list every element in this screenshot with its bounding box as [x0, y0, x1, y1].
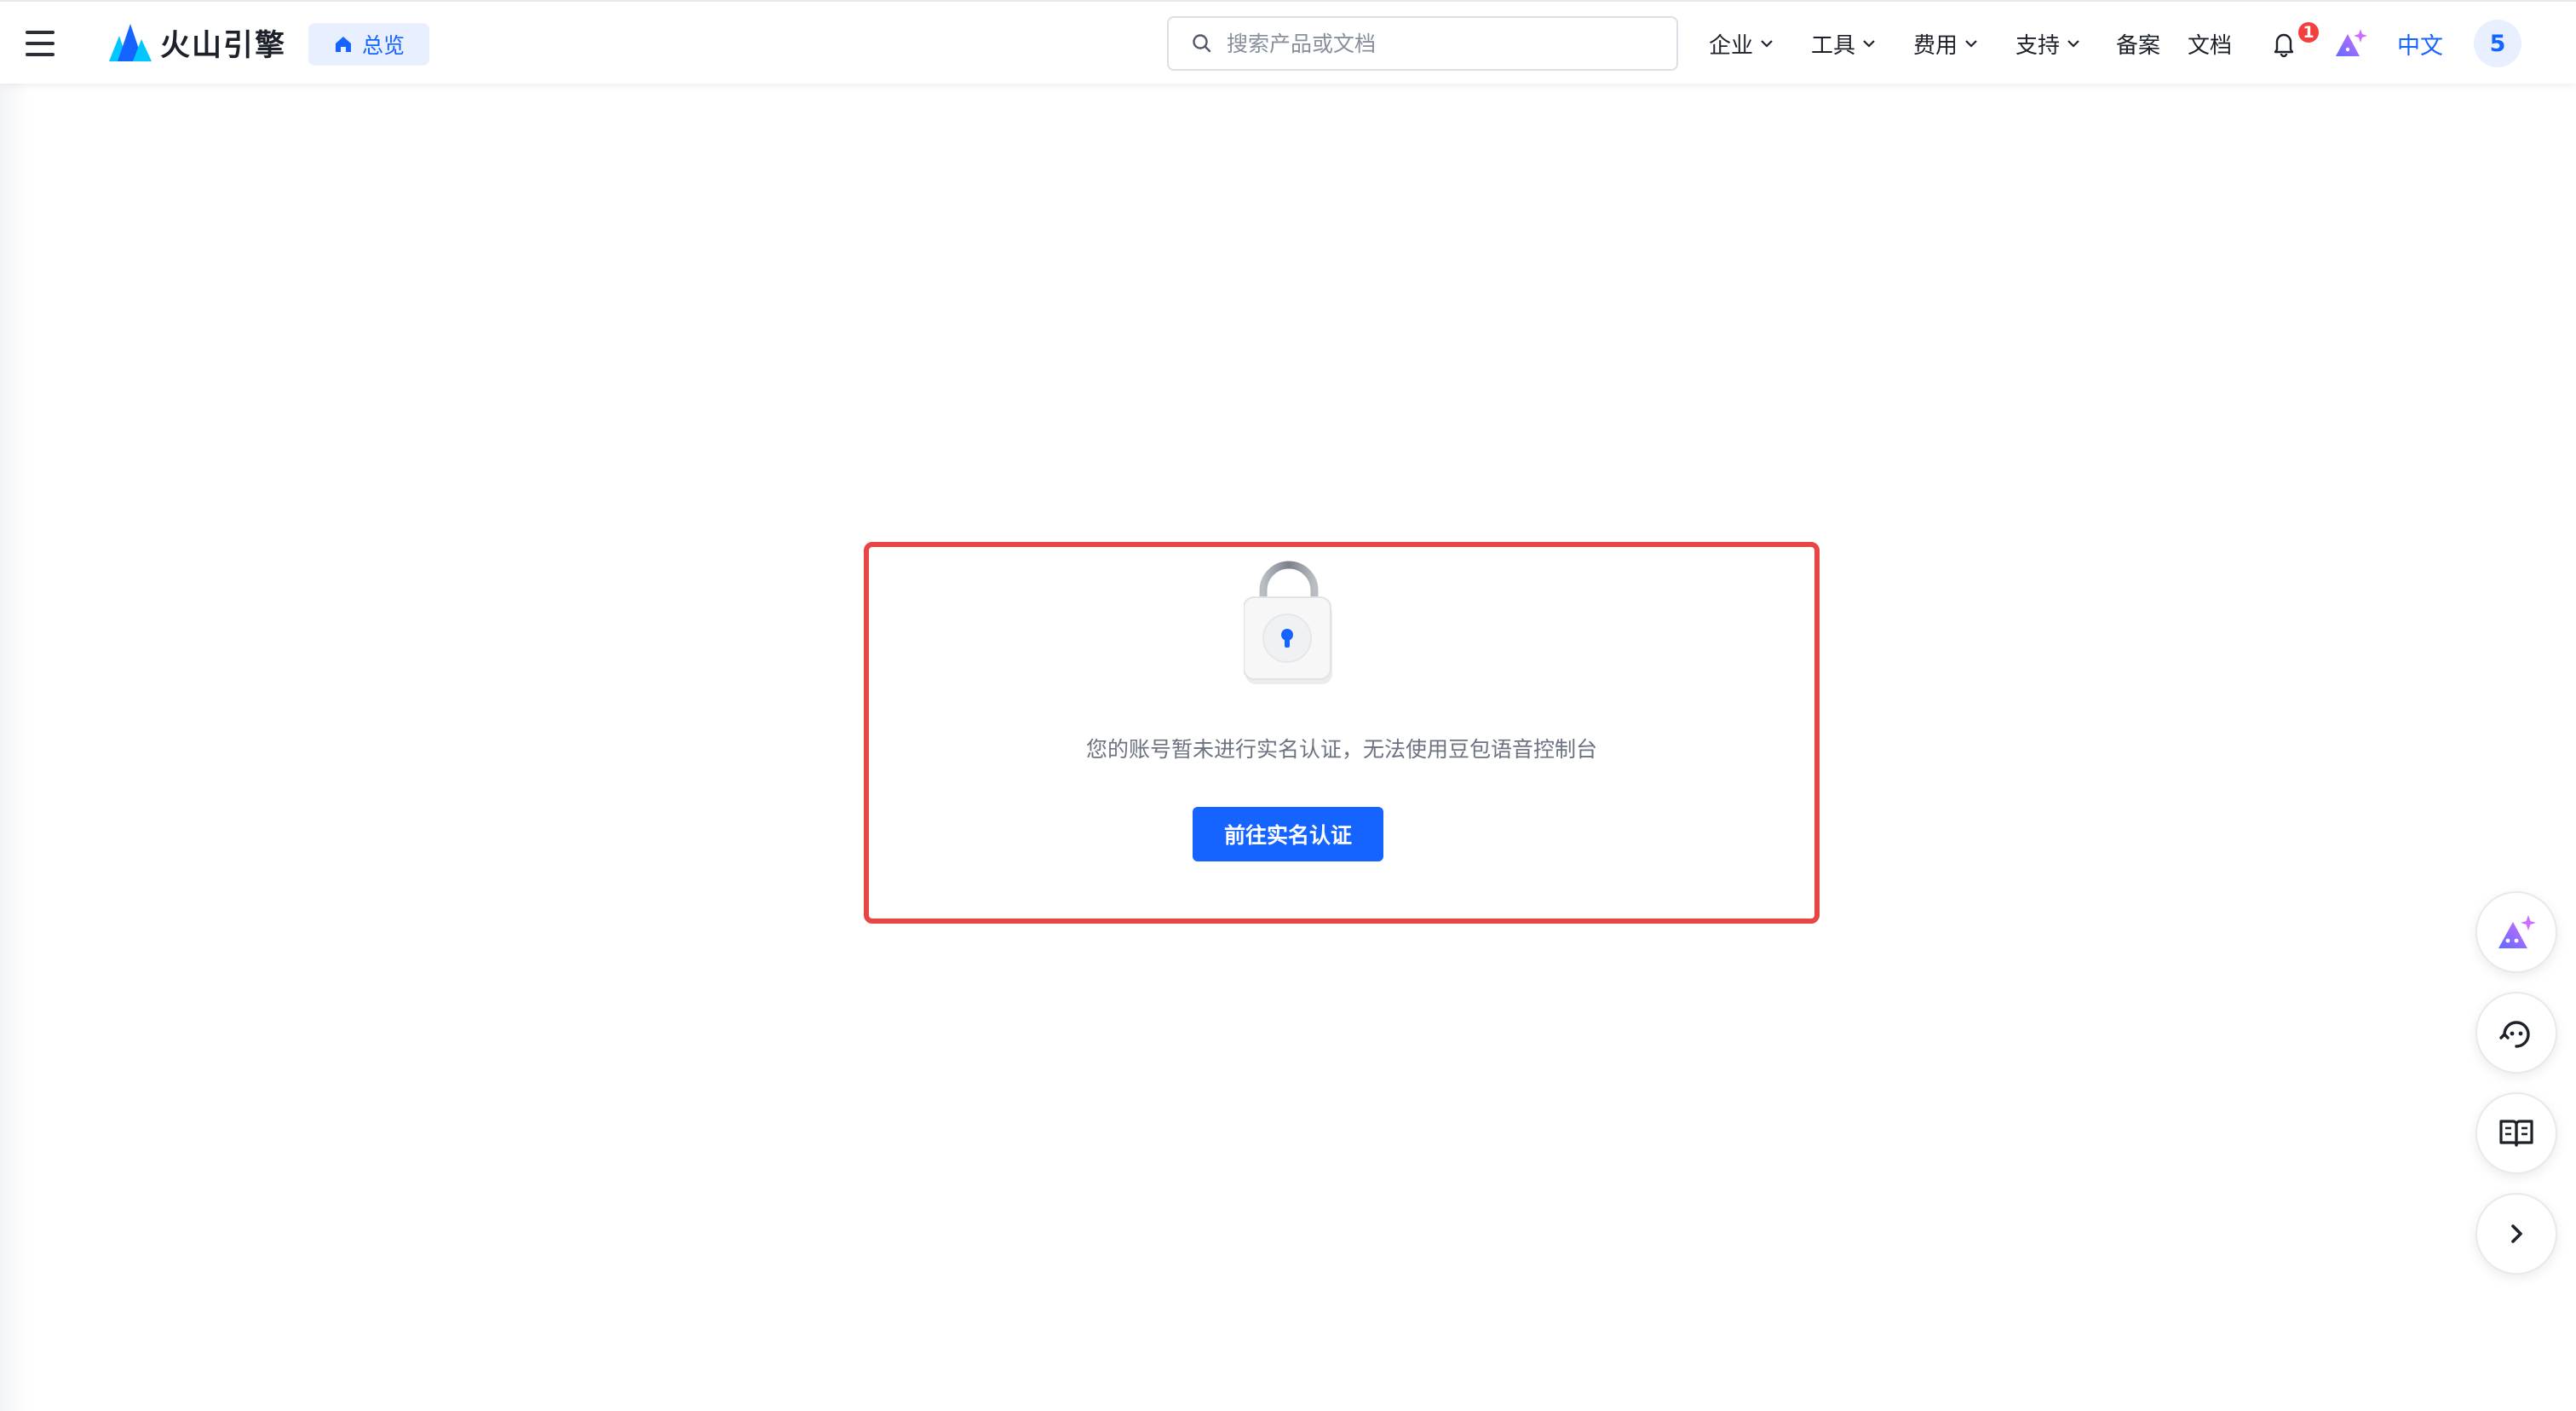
nav-tools-label: 工具 [1811, 32, 1856, 59]
logo-text: 火山引擎 [160, 28, 287, 63]
nav-enterprise[interactable]: 企业 [1709, 26, 1775, 61]
home-icon [335, 37, 351, 52]
search-box[interactable] [1167, 16, 1678, 71]
nav-filing-label: 备案 [2116, 32, 2161, 59]
notification-badge: 1 [2297, 20, 2320, 44]
nav-support[interactable]: 支持 [2015, 26, 2082, 61]
chevron-down-icon [1863, 40, 1875, 48]
chevron-right-icon [2511, 1224, 2522, 1243]
collapse-panel-float-button[interactable] [2475, 1193, 2557, 1275]
search-icon [1193, 34, 1211, 53]
chevron-down-icon [1761, 40, 1773, 48]
top-navigation-bar: 火山引擎 总览 企业 工具 费用 支持 备案 文档 [0, 0, 2576, 84]
ai-assistant-icon[interactable] [2334, 26, 2368, 60]
padlock-icon [1244, 561, 1332, 684]
avatar[interactable]: 5 [2474, 20, 2521, 67]
ai-assistant-float-button[interactable] [2475, 891, 2557, 973]
ai-assistant-icon [2498, 915, 2536, 948]
nav-docs[interactable]: 文档 [2188, 26, 2232, 61]
verify-identity-button[interactable]: 前往实名认证 [1193, 807, 1383, 861]
notification-bell-icon[interactable] [2269, 29, 2300, 60]
verification-message: 您的账号暂未进行实名认证，无法使用豆包语音控制台 [1085, 737, 1597, 762]
chevron-down-icon [2067, 40, 2079, 48]
hamburger-menu-icon[interactable] [26, 31, 55, 56]
overview-label: 总览 [361, 33, 405, 58]
nav-billing-label: 费用 [1913, 32, 1958, 59]
chevron-down-icon [1965, 40, 1977, 48]
documentation-float-button[interactable] [2475, 1092, 2557, 1174]
overview-button[interactable]: 总览 [308, 23, 429, 66]
nav-tools[interactable]: 工具 [1811, 26, 1877, 61]
nav-filing[interactable]: 备案 [2116, 26, 2160, 61]
nav-billing[interactable]: 费用 [1913, 26, 1980, 61]
volcengine-logo[interactable]: 火山引擎 [109, 19, 286, 66]
volcano-logo-icon [109, 24, 152, 61]
nav-support-label: 支持 [2015, 32, 2061, 59]
customer-service-float-button[interactable] [2475, 992, 2557, 1074]
nav-docs-label: 文档 [2188, 32, 2233, 59]
documentation-book-icon [2499, 1120, 2533, 1147]
nav-enterprise-label: 企业 [1709, 32, 1754, 59]
search-input[interactable] [1227, 18, 1676, 69]
language-switch[interactable]: 中文 [2397, 26, 2443, 61]
left-sidebar-collapsed [0, 84, 31, 1411]
customer-service-icon [2499, 1021, 2530, 1048]
